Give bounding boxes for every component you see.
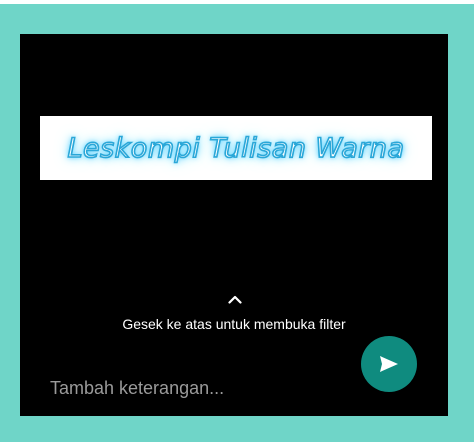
caption-input[interactable]: [50, 374, 330, 402]
media-preview-screen: Leskompi Tulisan Warna Gesek ke atas unt…: [20, 34, 448, 416]
send-button[interactable]: [361, 336, 417, 392]
filter-hint-text: Gesek ke atas untuk membuka filter: [122, 316, 346, 332]
image-preview: Leskompi Tulisan Warna: [40, 116, 432, 180]
outer-frame: Leskompi Tulisan Warna Gesek ke atas unt…: [0, 4, 474, 442]
image-title-text: Leskompi Tulisan Warna: [67, 132, 405, 165]
chevron-up-icon[interactable]: [226, 292, 244, 306]
send-icon: [380, 356, 398, 372]
